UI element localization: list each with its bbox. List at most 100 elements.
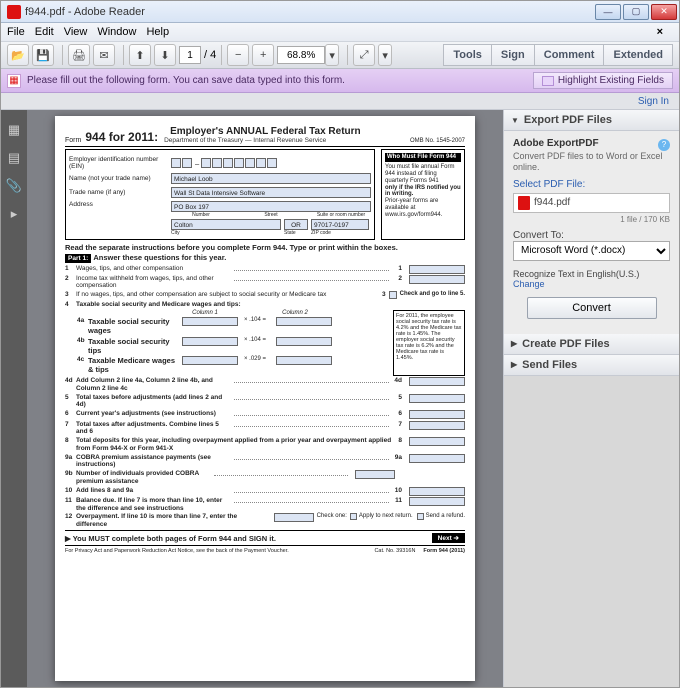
trade-label: Trade name (if any): [69, 189, 171, 196]
page-total: 4: [210, 49, 216, 61]
export-pdf-header[interactable]: ▼Export PDF Files: [504, 110, 679, 131]
line4a-c2[interactable]: [276, 317, 332, 326]
highlight-label: Highlight Existing Fields: [558, 75, 664, 86]
line4c-c2[interactable]: [276, 356, 332, 365]
menu-bar: File Edit View Window Help ×: [1, 23, 679, 41]
chevron-right-icon: ▶: [511, 360, 517, 369]
zoom-in-icon[interactable]: +: [252, 44, 274, 66]
page-down-icon[interactable]: ⬇: [154, 44, 176, 66]
bookmarks-icon[interactable]: ▤: [1, 144, 27, 172]
state-input[interactable]: OR: [284, 219, 308, 230]
right-tools-pane: ▼Export PDF Files Adobe ExportPDF? Conve…: [503, 110, 679, 687]
line10-input[interactable]: [409, 487, 465, 496]
line4d-input[interactable]: [409, 377, 465, 386]
menu-close-doc[interactable]: ×: [657, 26, 663, 38]
print-icon[interactable]: 🖨: [68, 44, 90, 66]
form-number-label: Form: [65, 137, 81, 144]
minimize-button[interactable]: —: [595, 4, 621, 20]
tab-comment[interactable]: Comment: [534, 44, 605, 66]
ein-box[interactable]: [171, 158, 181, 168]
tab-tools[interactable]: Tools: [443, 44, 492, 66]
open-icon[interactable]: 📂: [7, 44, 29, 66]
next-button[interactable]: Next ➔: [432, 533, 465, 543]
line9b-input[interactable]: [355, 470, 395, 479]
line7-input[interactable]: [409, 421, 465, 430]
apply-next-checkbox[interactable]: [350, 513, 357, 520]
form-message-text: Please fill out the following form. You …: [27, 75, 345, 86]
trade-input[interactable]: Wall St Data Intensive Software: [171, 187, 371, 198]
page-up-icon[interactable]: ⬆: [129, 44, 151, 66]
app-icon: [7, 5, 21, 19]
line3-checkbox[interactable]: [389, 291, 397, 299]
signin-link[interactable]: Sign In: [638, 93, 669, 109]
addr-input[interactable]: PO Box 197: [171, 201, 371, 212]
help-icon[interactable]: ?: [658, 139, 670, 151]
highlight-icon: [542, 76, 554, 86]
tab-sign[interactable]: Sign: [491, 44, 535, 66]
create-pdf-header[interactable]: ▶Create PDF Files: [504, 334, 679, 355]
change-language-link[interactable]: Change: [513, 279, 670, 289]
zoom-dropdown-icon[interactable]: ▾: [325, 44, 339, 66]
page-sep: /: [204, 49, 207, 61]
save-icon[interactable]: 💾: [32, 44, 54, 66]
page-number-input[interactable]: 1: [179, 46, 201, 64]
left-nav-rail: ▦ ▤ 📎 ▸: [1, 110, 27, 687]
name-label: Name (not your trade name): [69, 175, 171, 182]
part1-header: Part 1:: [65, 254, 91, 263]
menu-window[interactable]: Window: [97, 26, 136, 38]
send-refund-checkbox[interactable]: [417, 513, 424, 520]
line11-input[interactable]: [409, 497, 465, 506]
line9a-input[interactable]: [409, 454, 465, 463]
email-icon[interactable]: ✉: [93, 44, 115, 66]
window-titlebar: f944.pdf - Adobe Reader — ▢ ✕: [1, 1, 679, 23]
send-files-header[interactable]: ▶Send Files: [504, 355, 679, 376]
line4b-c2[interactable]: [276, 337, 332, 346]
zoom-out-icon[interactable]: −: [227, 44, 249, 66]
document-area[interactable]: Form 944 for 2011: Employer's ANNUAL Fed…: [27, 110, 503, 687]
fullscreen-icon[interactable]: ⤢: [353, 44, 375, 66]
attachments-icon[interactable]: 📎: [1, 172, 27, 200]
pdf-page: Form 944 for 2011: Employer's ANNUAL Fed…: [55, 116, 475, 681]
line8-input[interactable]: [409, 437, 465, 446]
main-toolbar: 📂 💾 🖨 ✉ ⬆ ⬇ 1 / 4 − + 68.8% ▾ ⤢ ▾ Tools …: [1, 41, 679, 69]
line2-input[interactable]: [409, 275, 465, 284]
chevron-right-icon: ▶: [511, 339, 517, 348]
form-message-bar: ▦ Please fill out the following form. Yo…: [1, 69, 679, 93]
pdf-icon: [518, 196, 530, 210]
thumbnails-icon[interactable]: ▦: [1, 116, 27, 144]
selected-file-box[interactable]: f944.pdf: [513, 193, 670, 213]
close-button[interactable]: ✕: [651, 4, 677, 20]
convert-button[interactable]: Convert: [527, 297, 657, 319]
name-input[interactable]: Michael Loob: [171, 173, 371, 184]
highlight-fields-button[interactable]: Highlight Existing Fields: [533, 72, 673, 89]
form-title: Employer's ANNUAL Federal Tax Return: [170, 126, 361, 137]
view-dropdown-icon[interactable]: ▾: [378, 44, 392, 66]
omb-number: OMB No. 1545-2007: [410, 138, 465, 144]
line1-input[interactable]: [409, 265, 465, 274]
line4b-c1[interactable]: [182, 337, 238, 346]
line6-input[interactable]: [409, 410, 465, 419]
tab-extended[interactable]: Extended: [603, 44, 673, 66]
who-must-file-box: Who Must File Form 944 You must file ann…: [381, 149, 465, 240]
signin-row: Sign In: [1, 93, 679, 110]
menu-help[interactable]: Help: [146, 26, 169, 38]
morenav-icon[interactable]: ▸: [1, 200, 27, 228]
maximize-button[interactable]: ▢: [623, 4, 649, 20]
addr-label: Address: [69, 201, 171, 208]
rate-info-box: For 2011, the employee social security t…: [393, 310, 465, 376]
line5-input[interactable]: [409, 394, 465, 403]
must-complete-label: ▶ You MUST complete both pages of Form 9…: [65, 534, 432, 543]
menu-view[interactable]: View: [64, 26, 88, 38]
form-icon: ▦: [7, 74, 21, 88]
line12-input[interactable]: [274, 513, 314, 522]
city-input[interactable]: Colton: [171, 219, 281, 230]
zip-input[interactable]: 97017-0197: [311, 219, 369, 230]
menu-file[interactable]: File: [7, 26, 25, 38]
menu-edit[interactable]: Edit: [35, 26, 54, 38]
line4a-c1[interactable]: [182, 317, 238, 326]
zoom-input[interactable]: 68.8%: [277, 46, 325, 64]
line4c-c1[interactable]: [182, 356, 238, 365]
convert-to-select[interactable]: Microsoft Word (*.docx): [513, 241, 670, 261]
window-title: f944.pdf - Adobe Reader: [25, 6, 593, 18]
chevron-down-icon: ▼: [511, 116, 519, 125]
